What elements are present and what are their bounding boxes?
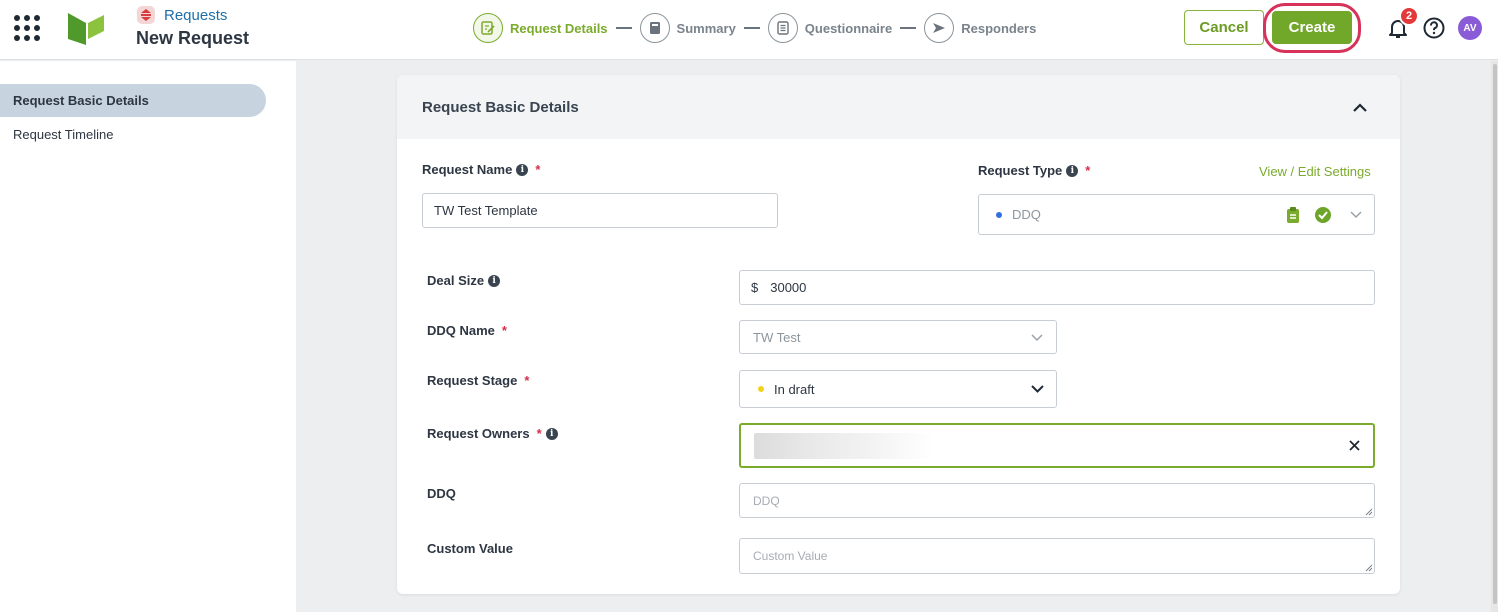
step-label: Summary: [676, 20, 736, 36]
notification-badge: 2: [1399, 6, 1419, 26]
top-header: Requests New Request Request Details Sum: [0, 0, 1498, 60]
breadcrumb[interactable]: Requests: [136, 5, 227, 25]
ddq-name-select[interactable]: TW Test: [739, 320, 1057, 354]
info-icon[interactable]: i: [1066, 164, 1079, 177]
custom-value-label: Custom Value: [427, 541, 513, 556]
request-owners-label: Request Owners * i: [427, 426, 558, 441]
request-type-label: Request Type i *: [978, 163, 1091, 178]
chevron-up-icon[interactable]: [1351, 99, 1369, 117]
view-edit-settings-link[interactable]: View / Edit Settings: [1259, 164, 1371, 179]
redacted-owner-chip: [754, 433, 934, 459]
edit-document-icon: [481, 21, 495, 35]
book-icon: [649, 22, 660, 34]
required-asterisk: *: [536, 426, 542, 441]
page-title: New Request: [136, 28, 250, 48]
requests-app-icon: [137, 6, 155, 24]
required-asterisk: *: [535, 162, 541, 177]
chevron-down-icon[interactable]: [1350, 210, 1362, 220]
step-label: Request Details: [510, 20, 608, 36]
step-connector: [743, 27, 760, 29]
sidebar: Request Basic Details Request Timeline: [0, 61, 296, 612]
step-questionnaire[interactable]: Questionnaire: [767, 13, 893, 43]
request-type-select[interactable]: DDQ: [978, 194, 1375, 235]
chevron-down-icon[interactable]: [1031, 384, 1044, 394]
info-icon[interactable]: i: [488, 274, 501, 287]
chevron-down-icon[interactable]: [1031, 333, 1043, 343]
custom-value-textarea[interactable]: Custom Value: [739, 538, 1375, 574]
step-connector: [900, 27, 917, 29]
request-stage-select[interactable]: In draft: [739, 370, 1057, 408]
deal-size-label: Deal Size i: [427, 273, 501, 288]
request-owners-multiselect[interactable]: [739, 423, 1375, 468]
request-basic-details-card: Request Basic Details Request Name i * T…: [397, 75, 1400, 594]
currency-symbol: $: [751, 280, 759, 295]
breadcrumb-requests-link[interactable]: Requests: [164, 7, 227, 24]
type-status-dot: [996, 211, 1002, 218]
clipboard-icon[interactable]: [1285, 206, 1301, 224]
request-name-input[interactable]: TW Test Template: [422, 193, 778, 228]
step-responders[interactable]: Responders: [924, 13, 1036, 43]
deal-size-input[interactable]: $ 30000: [739, 270, 1375, 305]
check-circle-icon[interactable]: [1314, 206, 1332, 224]
card-header: Request Basic Details: [397, 75, 1400, 139]
info-icon[interactable]: i: [516, 163, 529, 176]
section-title: Request Basic Details: [422, 99, 579, 116]
step-label: Responders: [961, 20, 1037, 36]
ddq-name-label: DDQ Name *: [427, 323, 507, 338]
scrollbar-thumb[interactable]: [1493, 64, 1497, 604]
request-stage-label: Request Stage *: [427, 373, 530, 388]
resize-grip-icon[interactable]: [1365, 508, 1373, 516]
app-launcher-grid-icon[interactable]: [14, 15, 40, 41]
progress-stepper: Request Details Summary Questionnaire Re…: [473, 12, 1036, 44]
step-request-details[interactable]: Request Details: [473, 13, 608, 43]
ddq-label: DDQ: [427, 486, 456, 501]
close-icon[interactable]: [1348, 439, 1361, 452]
step-summary[interactable]: Summary: [639, 13, 736, 43]
request-name-label: Request Name i *: [422, 162, 541, 177]
info-icon[interactable]: i: [545, 427, 558, 440]
sidebar-item-request-basic-details[interactable]: Request Basic Details: [0, 84, 266, 117]
cancel-button[interactable]: Cancel: [1184, 10, 1264, 45]
required-asterisk: *: [1085, 163, 1091, 178]
company-logo: [68, 13, 104, 45]
stage-status-dot: [758, 386, 764, 392]
ddq-textarea[interactable]: DDQ: [739, 483, 1375, 518]
avatar[interactable]: AV: [1458, 16, 1482, 40]
document-list-icon: [777, 21, 789, 35]
step-connector: [615, 27, 632, 29]
help-icon[interactable]: [1423, 17, 1445, 39]
required-asterisk: *: [501, 323, 507, 338]
send-icon: [933, 23, 946, 33]
create-button[interactable]: Create: [1272, 11, 1352, 44]
sidebar-item-request-timeline[interactable]: Request Timeline: [0, 118, 266, 151]
required-asterisk: *: [524, 373, 530, 388]
resize-grip-icon[interactable]: [1365, 564, 1373, 572]
step-label: Questionnaire: [804, 20, 893, 36]
